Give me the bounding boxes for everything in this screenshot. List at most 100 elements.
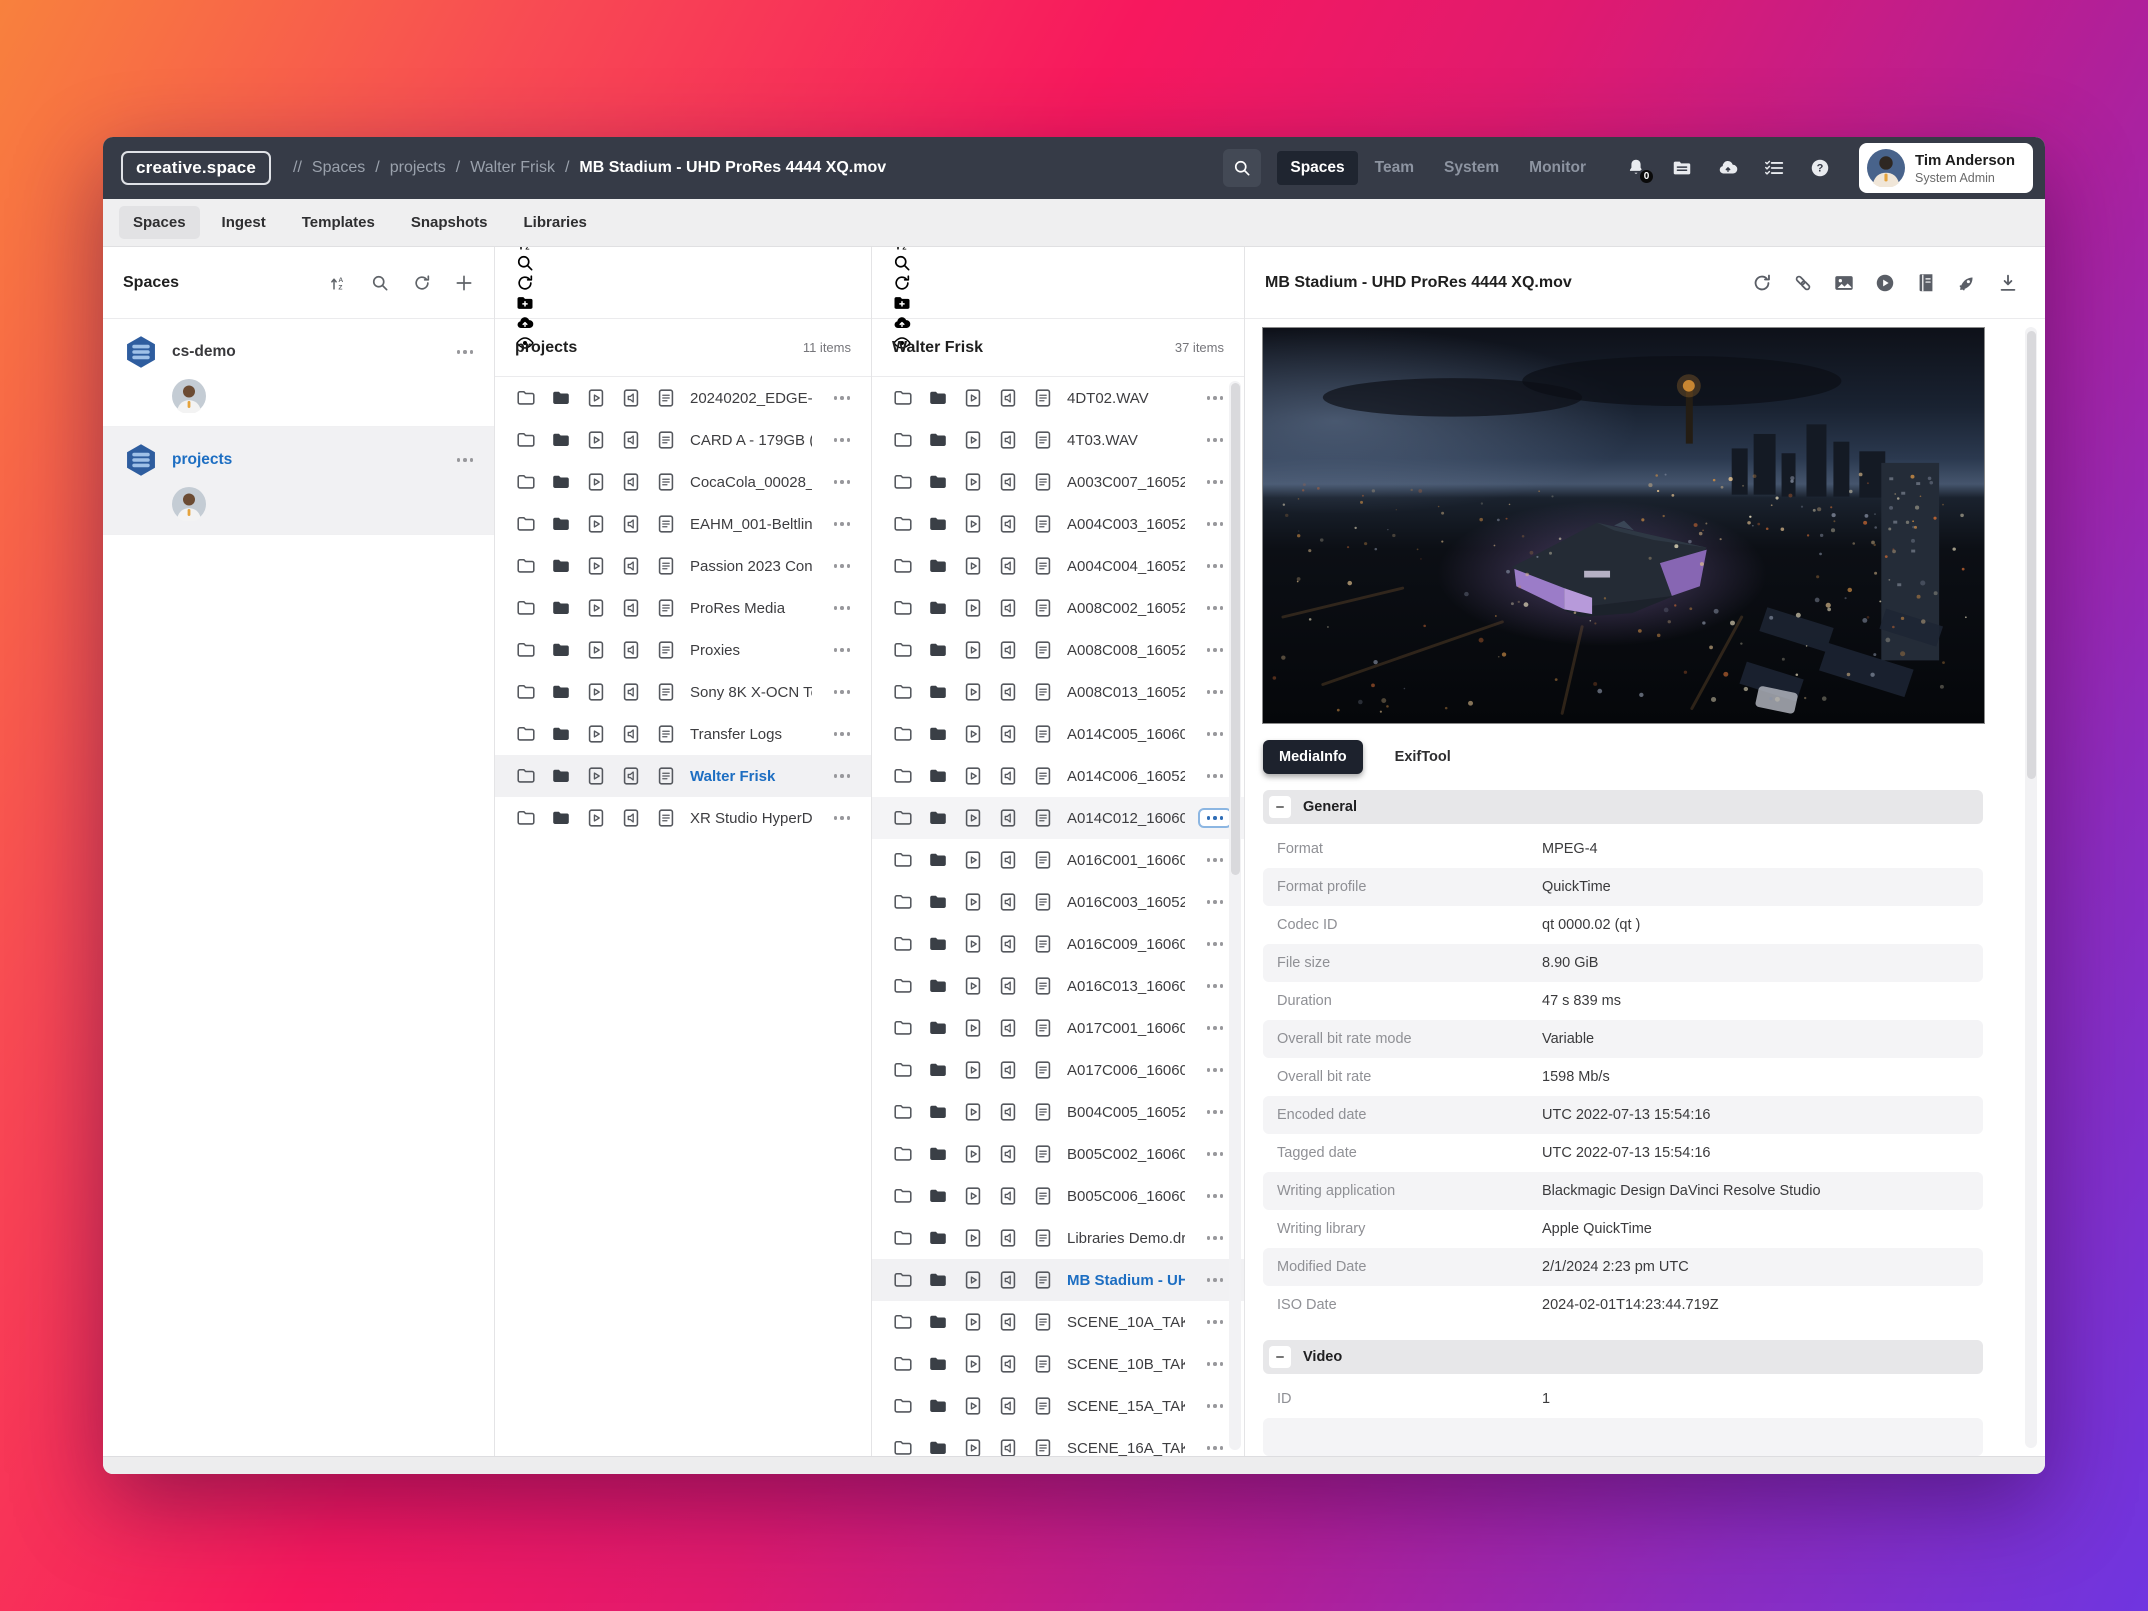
section-tab[interactable]: Spaces [119,206,200,239]
more-actions-button[interactable] [1198,1018,1233,1038]
play-media-button[interactable] [1874,272,1896,294]
files-scrollbar[interactable] [1229,381,1241,1450]
header-nav-item[interactable]: System [1431,151,1512,185]
space-row[interactable]: projects [103,427,494,535]
scrollbar-thumb[interactable] [1231,383,1240,875]
list-item[interactable]: A008C013_160523SF.mov [872,671,1244,713]
search-button[interactable] [515,253,535,273]
list-item[interactable]: SCENE_10B_TAKE_1_poly_06.wav [872,1343,1244,1385]
list-item[interactable]: B005C002_160604A9.mov [872,1133,1244,1175]
list-item[interactable]: Passion 2023 Conference [495,545,871,587]
video-preview-thumbnail[interactable] [1262,327,1985,724]
breadcrumb-segment[interactable]: Walter Frisk/ [470,159,569,177]
app-logo[interactable]: creative.space [121,151,271,185]
more-actions-button[interactable] [1198,1270,1233,1290]
more-actions-button[interactable] [825,430,860,450]
list-item[interactable]: A008C002_1605238W.mov [872,587,1244,629]
more-actions-button[interactable] [1198,1396,1233,1416]
list-item[interactable]: A004C003_160522VR.mov [872,503,1244,545]
section-tab[interactable]: Templates [288,206,389,239]
more-actions-button[interactable] [1198,934,1233,954]
library-button[interactable] [1915,272,1937,294]
list-item[interactable]: A017C006_160606XT.mov [872,1049,1244,1091]
more-actions-button[interactable] [448,342,483,362]
more-actions-button[interactable] [1198,1186,1233,1206]
more-actions-button[interactable] [1198,976,1233,996]
list-item[interactable]: A016C013_160606WG.mov [872,965,1244,1007]
more-actions-button[interactable] [1198,808,1233,828]
more-actions-button[interactable] [1198,850,1233,870]
scrollbar-thumb[interactable] [2027,331,2036,779]
search-spaces-button[interactable] [370,273,390,293]
new-folder-button[interactable] [515,293,535,313]
list-item[interactable]: B004C005_1605299N.mov [872,1091,1244,1133]
list-item[interactable]: Walter Frisk [495,755,871,797]
more-actions-button[interactable] [825,766,860,786]
more-actions-button[interactable] [1198,640,1233,660]
list-item[interactable]: EAHM_001-Beltline_Lifestyle [495,503,871,545]
more-actions-button[interactable] [825,388,860,408]
more-actions-button[interactable] [1198,892,1233,912]
list-item[interactable]: XR Studio HyperDeck Content [495,797,871,839]
space-row[interactable]: cs-demo [103,319,494,427]
breadcrumb-segment[interactable]: Spaces/ [312,159,380,177]
list-item[interactable]: A014C012_160602HD.mov [872,797,1244,839]
list-item[interactable]: A008C008_160523WP.mov [872,629,1244,671]
more-actions-button[interactable] [1198,766,1233,786]
list-item[interactable]: A014C005_160602P9.mov [872,713,1244,755]
more-actions-button[interactable] [1198,1438,1233,1456]
list-item[interactable]: Transfer Logs [495,713,871,755]
thumbnail-button[interactable] [1833,272,1855,294]
more-actions-button[interactable] [1198,1312,1233,1332]
more-actions-button[interactable] [1198,430,1233,450]
sort-button[interactable] [328,273,348,293]
more-actions-button[interactable] [825,640,860,660]
collapse-button[interactable] [1269,1346,1291,1368]
list-item[interactable]: 20240202_EDGE-X_01001 [495,377,871,419]
section-tab[interactable]: Ingest [208,206,280,239]
list-item[interactable]: Proxies [495,629,871,671]
metadata-tab[interactable]: ExifTool [1379,740,1467,774]
more-actions-button[interactable] [825,808,860,828]
list-item[interactable]: B005C006_1606044X.mov [872,1175,1244,1217]
list-item[interactable]: CARD A - 179GB (Zach) [495,419,871,461]
list-item[interactable]: SCENE_15A_TAKE_1_stereo_04.wav [872,1385,1244,1427]
more-actions-button[interactable] [825,682,860,702]
accelerate-button[interactable] [1956,272,1978,294]
list-item[interactable]: A016C003_160529XK.mov [872,881,1244,923]
header-nav-item[interactable]: Spaces [1277,151,1357,185]
refresh-spaces-button[interactable] [412,273,432,293]
more-actions-button[interactable] [1198,1060,1233,1080]
list-item[interactable]: SCENE_10A_TAKE_2_stereo_05.wav [872,1301,1244,1343]
list-item[interactable]: A004C004_160522PA.mov [872,545,1244,587]
more-actions-button[interactable] [1198,1102,1233,1122]
list-item[interactable]: A016C009_16060668.mov [872,923,1244,965]
more-actions-button[interactable] [1198,1144,1233,1164]
list-item[interactable]: SCENE_16A_TAKE_2_stereo_05.wav [872,1427,1244,1456]
refresh-button[interactable] [515,273,535,293]
list-item[interactable]: Libraries Demo.drt [872,1217,1244,1259]
section-tab[interactable]: Snapshots [397,206,502,239]
more-actions-button[interactable] [825,514,860,534]
more-actions-button[interactable] [1198,1228,1233,1248]
detail-scrollbar[interactable] [2025,327,2037,1448]
list-item[interactable]: A003C007_160522JN.mov [872,461,1244,503]
more-actions-button[interactable] [825,598,860,618]
section-tab[interactable]: Libraries [510,206,601,239]
copy-link-button[interactable] [1792,272,1814,294]
search-button[interactable] [892,253,912,273]
breadcrumb-segment[interactable]: projects/ [390,159,460,177]
new-folder-button[interactable] [892,293,912,313]
list-item[interactable]: A014C006_160522PK.mov [872,755,1244,797]
notifications-button[interactable]: 0 [1620,157,1652,179]
file-browser-button[interactable] [1666,157,1698,179]
list-item[interactable]: 4T03.WAV [872,419,1244,461]
download-button[interactable] [1997,272,2019,294]
list-item[interactable]: ProRes Media [495,587,871,629]
header-nav-item[interactable]: Monitor [1516,151,1599,185]
more-actions-button[interactable] [1198,1354,1233,1374]
task-list-button[interactable] [1758,157,1790,179]
more-actions-button[interactable] [1198,724,1233,744]
list-item[interactable]: A016C001_160606VQ.mov [872,839,1244,881]
list-item[interactable]: MB Stadium - UHD ProRes 4444 XQ.... [872,1259,1244,1301]
